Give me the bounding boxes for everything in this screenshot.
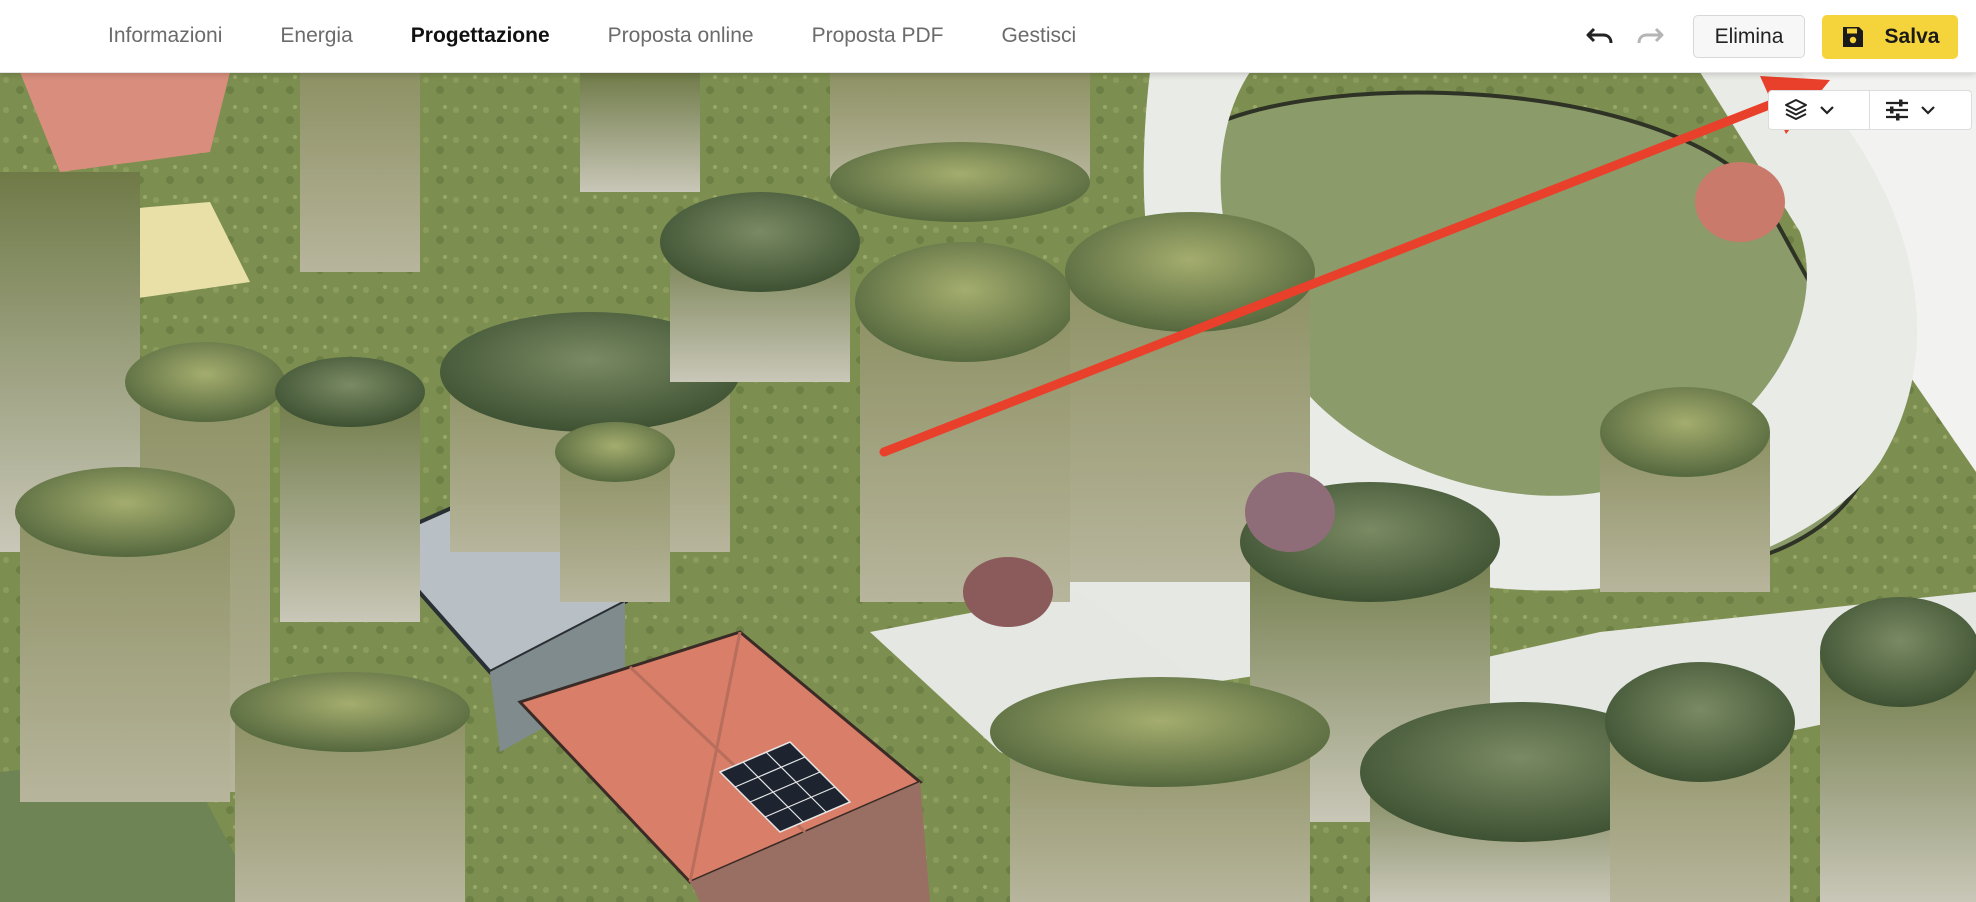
save-button[interactable]: Salva xyxy=(1822,15,1958,59)
redo-icon xyxy=(1637,27,1664,44)
tab-proposta-online[interactable]: Proposta online xyxy=(608,24,754,48)
map-controls xyxy=(1768,90,1972,130)
tab-proposta-pdf[interactable]: Proposta PDF xyxy=(812,24,944,48)
floppy-disk-icon xyxy=(1842,27,1863,47)
undo-button[interactable] xyxy=(1585,22,1615,50)
tab-energia[interactable]: Energia xyxy=(280,24,352,48)
save-button-label: Salva xyxy=(1884,25,1940,48)
delete-button[interactable]: Elimina xyxy=(1693,15,1805,58)
settings-dropdown-button[interactable] xyxy=(1870,90,1972,130)
tab-informazioni[interactable]: Informazioni xyxy=(108,24,222,48)
tab-bar: Informazioni Energia Progettazione Propo… xyxy=(108,0,1134,72)
redo-button[interactable] xyxy=(1635,22,1665,50)
tab-gestisci[interactable]: Gestisci xyxy=(1001,24,1076,48)
sliders-icon xyxy=(1886,99,1908,121)
chevron-down-icon xyxy=(1820,106,1834,115)
layers-dropdown-button[interactable] xyxy=(1768,90,1870,130)
aerial-3d-scene[interactable] xyxy=(0,72,1976,902)
tab-progettazione[interactable]: Progettazione xyxy=(411,24,550,48)
undo-icon xyxy=(1586,27,1613,44)
top-navigation-bar: Informazioni Energia Progettazione Propo… xyxy=(0,0,1976,73)
layers-icon xyxy=(1785,99,1807,120)
map-3d-view[interactable] xyxy=(0,72,1976,902)
chevron-down-icon xyxy=(1921,106,1935,115)
history-controls xyxy=(1585,22,1665,50)
